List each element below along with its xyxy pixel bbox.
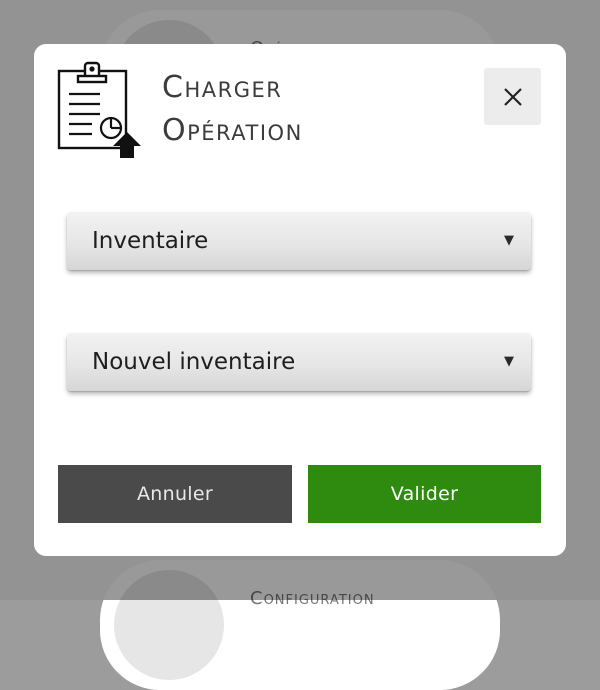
dropdown-arrow-icon: ▼: [504, 233, 514, 248]
operation-selected-value: Nouvel inventaire: [92, 349, 296, 375]
cancel-button[interactable]: Annuler: [58, 465, 292, 523]
dialog-title-line2: Opération: [162, 113, 303, 148]
dropdown-arrow-icon: ▼: [504, 354, 514, 369]
operation-type-select[interactable]: Inventaire ▼: [67, 212, 531, 270]
operation-select[interactable]: Nouvel inventaire ▼: [67, 333, 531, 391]
dialog-title: Charger Opération: [162, 66, 303, 152]
operation-type-selected-value: Inventaire: [92, 228, 209, 254]
close-icon: [503, 87, 522, 106]
confirm-button[interactable]: Valider: [308, 465, 541, 523]
clipboard-upload-icon: [56, 58, 146, 162]
load-operation-dialog: Charger Opération Inventaire ▼ Nouvel in…: [34, 44, 566, 556]
close-button[interactable]: [484, 68, 541, 125]
dialog-title-line1: Charger: [162, 70, 283, 105]
